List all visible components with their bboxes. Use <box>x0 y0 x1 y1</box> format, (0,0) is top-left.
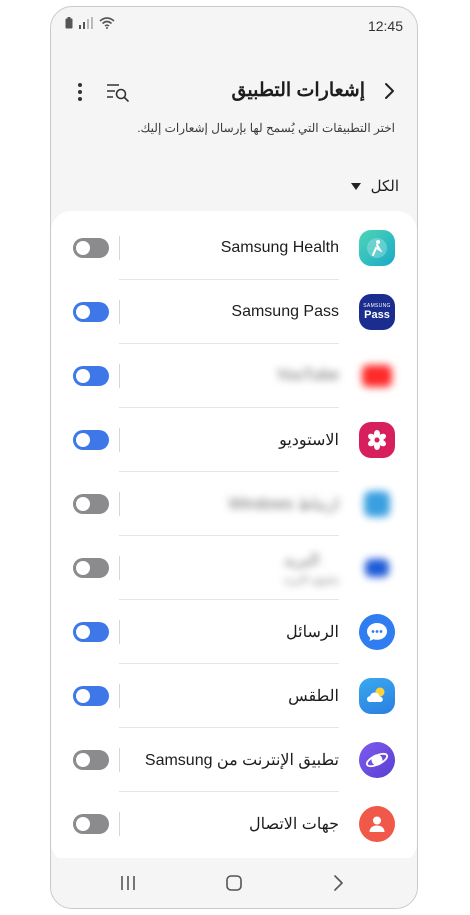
notification-toggle[interactable] <box>73 814 109 834</box>
filter-label: الكل <box>370 178 399 195</box>
app-row-samsung-health[interactable]: Samsung Health <box>51 216 417 280</box>
battery-icon <box>65 17 73 29</box>
back-button[interactable] <box>377 77 401 105</box>
divider <box>119 364 120 388</box>
search-button[interactable] <box>105 79 131 105</box>
home-icon[interactable] <box>225 874 243 892</box>
app-name: Samsung Health <box>220 239 339 256</box>
notification-toggle[interactable] <box>73 366 109 386</box>
app-name: البريد يحتوي البريد <box>283 552 339 586</box>
app-name: ارتباط Windows <box>228 496 339 513</box>
app-name: الاستوديو <box>279 432 339 449</box>
notification-toggle[interactable] <box>73 430 109 450</box>
notification-toggle[interactable] <box>73 686 109 706</box>
header: إشعارات التطبيق <box>51 67 417 115</box>
notification-toggle[interactable] <box>73 750 109 770</box>
notification-toggle[interactable] <box>73 558 109 578</box>
app-row-link-to-windows[interactable]: ارتباط Windows <box>51 472 417 536</box>
app-name: YouTube <box>276 367 339 384</box>
divider <box>119 428 120 452</box>
app-name: الطقس <box>288 688 339 705</box>
app-row-samsung-pass[interactable]: SAMSUNG Pass Samsung Pass <box>51 280 417 344</box>
chevron-right-icon <box>385 83 394 99</box>
notification-toggle[interactable] <box>73 302 109 322</box>
link-to-windows-icon <box>359 486 395 522</box>
more-options-button[interactable] <box>73 79 87 105</box>
email-icon <box>359 550 395 586</box>
recent-apps-icon[interactable] <box>119 874 137 892</box>
phone-screen: 12:45 إشعارات التطبيق اختر التطبيقات الت… <box>50 6 418 909</box>
more-vertical-icon <box>78 83 82 101</box>
app-row-email[interactable]: البريد يحتوي البريد <box>51 536 417 600</box>
divider <box>119 748 120 772</box>
app-list: Samsung Health SAMSUNG Pass Samsung Pass… <box>51 211 417 863</box>
youtube-icon <box>359 358 395 394</box>
signal-icon <box>79 17 93 29</box>
messages-icon <box>359 614 395 650</box>
caret-down-icon <box>350 182 361 190</box>
navigation-bar <box>51 858 417 908</box>
app-name: جهات الاتصال <box>248 816 339 833</box>
divider <box>119 684 120 708</box>
weather-icon <box>359 678 395 714</box>
divider <box>119 300 120 324</box>
divider <box>119 492 120 516</box>
divider <box>119 620 120 644</box>
notification-toggle[interactable] <box>73 622 109 642</box>
nav-back-icon[interactable] <box>329 874 347 892</box>
samsung-pass-icon: SAMSUNG Pass <box>359 294 395 330</box>
app-row-gallery[interactable]: الاستوديو <box>51 408 417 472</box>
description-text: اختر التطبيقات التي يُسمح لها بإرسال إشع… <box>137 121 395 135</box>
app-name: الرسائل <box>286 624 339 641</box>
search-list-icon <box>107 84 129 102</box>
app-name: Samsung Pass <box>231 303 339 320</box>
notification-toggle[interactable] <box>73 238 109 258</box>
wifi-icon <box>99 17 115 29</box>
app-row-messages[interactable]: الرسائل <box>51 600 417 664</box>
status-bar: 12:45 <box>51 7 417 43</box>
samsung-health-icon <box>359 230 395 266</box>
app-row-contacts[interactable]: جهات الاتصال <box>51 792 417 856</box>
notification-toggle[interactable] <box>73 494 109 514</box>
app-name: تطبيق الإنترنت من Samsung <box>144 752 339 769</box>
app-row-youtube[interactable]: YouTube <box>51 344 417 408</box>
page-title: إشعارات التطبيق <box>231 80 365 101</box>
divider <box>119 812 120 836</box>
samsung-internet-icon <box>359 742 395 778</box>
divider <box>119 236 120 260</box>
app-row-weather[interactable]: الطقس <box>51 664 417 728</box>
filter-dropdown[interactable]: الكل <box>350 173 399 199</box>
status-time: 12:45 <box>367 18 403 34</box>
status-icons <box>65 17 115 29</box>
contacts-icon <box>359 806 395 842</box>
gallery-icon <box>359 422 395 458</box>
app-row-samsung-internet[interactable]: تطبيق الإنترنت من Samsung <box>51 728 417 792</box>
divider <box>119 556 120 580</box>
